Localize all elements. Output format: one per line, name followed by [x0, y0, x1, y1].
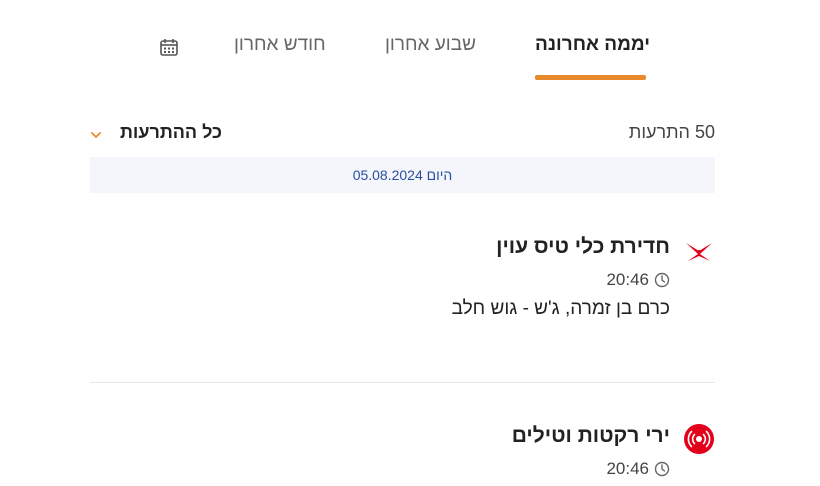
- time-range-tabs: יממה אחרונה שבוע אחרון חודש אחרון: [0, 0, 820, 90]
- alerts-count: 50 התרעות: [628, 122, 715, 142]
- alert-location: כרם בן זמרה, ג'ש - גוש חלב: [451, 298, 670, 319]
- clock-icon: [654, 272, 670, 288]
- alerts-summary-row: 50 התרעות כל ההתרעות: [90, 122, 715, 148]
- tab-last-month[interactable]: חודש אחרון: [234, 34, 326, 56]
- alert-item[interactable]: חדירת כלי טיס עוין 20:46 כרם בן זמרה, ג'…: [90, 232, 715, 332]
- tab-last-day[interactable]: יממה אחרונה: [535, 34, 650, 56]
- calendar-icon[interactable]: [159, 37, 179, 57]
- active-tab-indicator: [535, 75, 646, 80]
- aircraft-intrusion-icon: [686, 243, 712, 261]
- divider: [90, 382, 715, 383]
- alert-time-value: 20:46: [606, 270, 649, 289]
- alert-time-value: 20:46: [606, 459, 649, 478]
- alert-title: ירי רקטות וטילים: [511, 424, 670, 447]
- alert-title: חדירת כלי טיס עוין: [496, 235, 670, 258]
- tab-last-week[interactable]: שבוע אחרון: [385, 34, 476, 56]
- alert-item[interactable]: ירי רקטות וטילים 20:46: [90, 422, 715, 486]
- alert-time: 20:46: [606, 459, 670, 479]
- clock-icon: [654, 461, 670, 477]
- rocket-alert-icon: [684, 424, 714, 454]
- filter-label: כל ההתרעות: [120, 122, 222, 142]
- date-header: היום 05.08.2024: [90, 157, 715, 193]
- alert-time: 20:46: [606, 270, 670, 290]
- chevron-down-icon: [91, 132, 101, 138]
